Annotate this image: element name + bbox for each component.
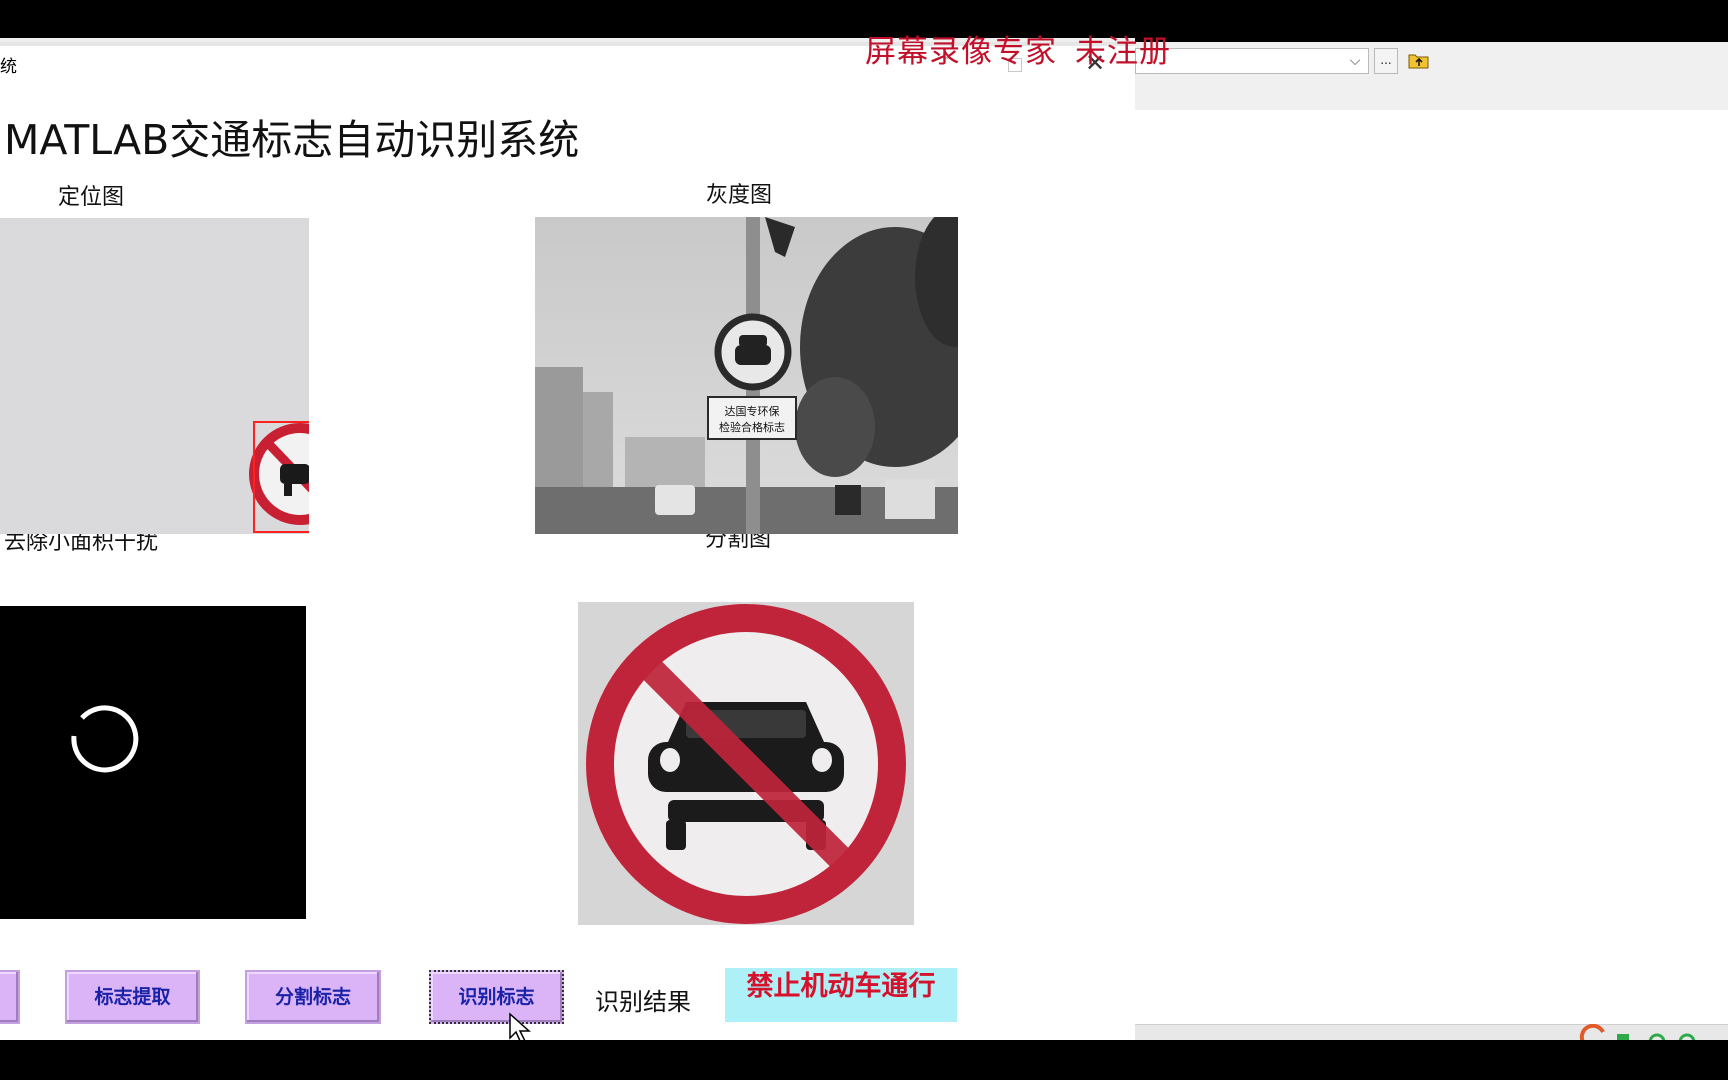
sign-board-line2: 检验合格标志 bbox=[719, 420, 785, 434]
segment-image-axes bbox=[578, 602, 914, 925]
browse-button[interactable]: ... bbox=[1374, 48, 1398, 74]
background-toolbar: ⌵ ... bbox=[1135, 42, 1728, 81]
top-black-bar bbox=[0, 0, 1728, 42]
background-app-window: ⌵ ... bbox=[1135, 42, 1728, 1051]
folder-up-icon[interactable] bbox=[1407, 50, 1431, 70]
gui-window: 统 – ✕ MATLAB交通标志自动识别系统 定位图 灰度图 去除小面积干扰 分… bbox=[0, 42, 1135, 1040]
watermark-part1: 屏幕录像专家 bbox=[865, 34, 1057, 70]
extract-sign-button[interactable]: 标志提取 bbox=[65, 970, 200, 1024]
dropdown-icon[interactable]: ⌵ bbox=[1346, 51, 1364, 71]
gray-image-axes: 达国专环保 检验合格标志 bbox=[535, 217, 958, 534]
recorder-watermark: 屏幕录像专家 未注册 bbox=[865, 26, 1189, 71]
bottom-black-bar bbox=[0, 1040, 1728, 1080]
locate-image-axes bbox=[0, 218, 309, 534]
cursor-icon bbox=[508, 1012, 534, 1040]
window-caption: 统 bbox=[0, 57, 17, 77]
left-partial-button[interactable] bbox=[0, 970, 20, 1024]
denoise-image-axes bbox=[0, 606, 306, 919]
axis-title-locate: 定位图 bbox=[58, 185, 125, 210]
axis-title-gray: 灰度图 bbox=[706, 183, 773, 208]
page-title: MATLAB交通标志自动识别系统 bbox=[4, 116, 580, 164]
watermark-part2: 未注册 bbox=[1075, 34, 1171, 70]
background-panel-strip bbox=[1135, 80, 1728, 110]
recognize-sign-button[interactable]: 识别标志 bbox=[429, 970, 564, 1024]
result-value: 禁止机动车通行 bbox=[725, 968, 957, 1022]
sign-board-line1: 达国专环保 bbox=[725, 404, 780, 418]
segment-sign-button[interactable]: 分割标志 bbox=[245, 970, 381, 1024]
result-label: 识别结果 bbox=[595, 988, 691, 1016]
